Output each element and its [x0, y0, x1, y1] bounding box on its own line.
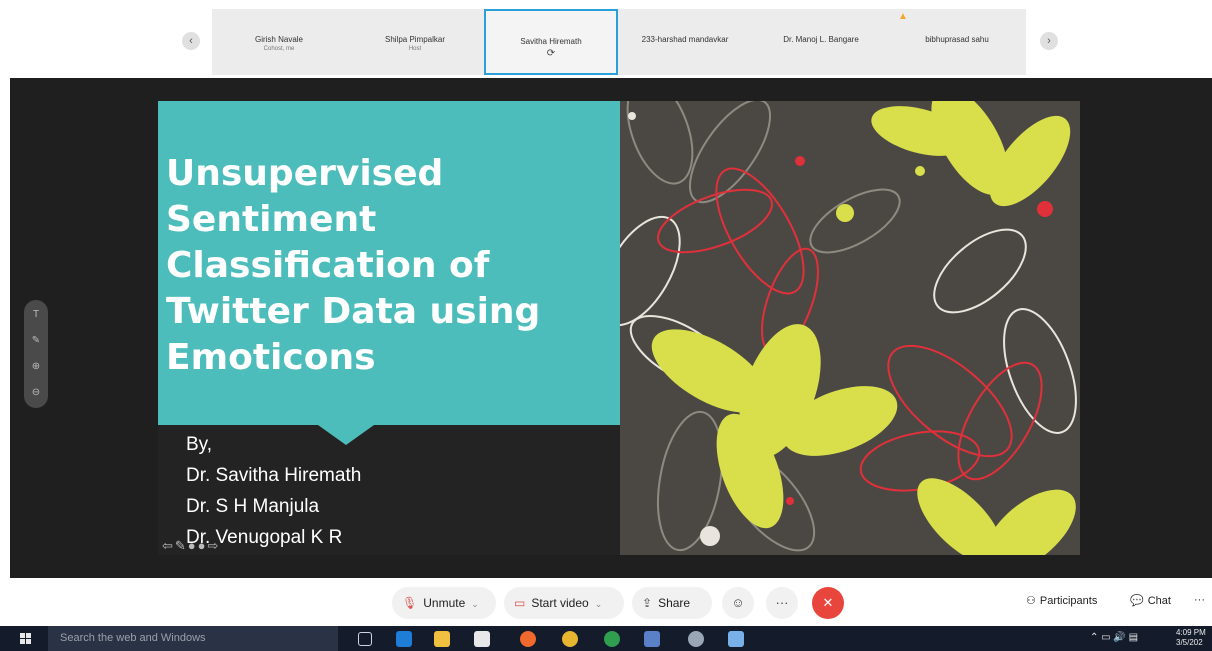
- app-icon[interactable]: [604, 631, 620, 647]
- slide-title: Unsupervised Sentiment Classification of…: [166, 153, 541, 378]
- authors-intro: By,: [186, 434, 213, 455]
- unmute-label: Unmute: [423, 596, 466, 610]
- slide-authors: By, Dr. Savitha Hiremath Dr. S H Manjula…: [186, 429, 361, 553]
- app-icon[interactable]: [728, 631, 744, 647]
- share-label: Share: [658, 596, 691, 610]
- slide-title-box: Unsupervised Sentiment Classification of…: [158, 101, 620, 425]
- text-tool-icon[interactable]: T: [24, 304, 48, 326]
- chat-label: Chat: [1147, 595, 1171, 607]
- chat-button[interactable]: 💬 Chat: [1130, 594, 1171, 607]
- person-icon: ⚇: [1026, 595, 1036, 607]
- start-video-label: Start video: [531, 596, 589, 610]
- system-tray-icons[interactable]: ⌃ ▭ 🔊 ▤: [1090, 632, 1138, 643]
- firefox-icon[interactable]: [520, 631, 536, 647]
- author-name: Dr. Savitha Hiremath: [186, 465, 362, 486]
- reactions-button[interactable]: ☺: [722, 587, 754, 619]
- slide-annotation-controls[interactable]: ⇦✎●●⇨: [162, 538, 220, 554]
- edge-browser-icon[interactable]: [396, 631, 412, 647]
- chrome-icon[interactable]: [562, 631, 578, 647]
- participant-tile[interactable]: 233-harshad mandavkar: [620, 9, 750, 75]
- participant-name: Shilpa Pimpalkar: [384, 35, 446, 44]
- chat-icon: 💬: [1130, 595, 1144, 607]
- participant-tile[interactable]: Girish Navale Cohost, me: [214, 9, 344, 75]
- speaking-icon: ⟳: [546, 48, 556, 59]
- pen-tool-icon[interactable]: ✎: [24, 330, 48, 352]
- zoom-in-icon[interactable]: ⊕: [24, 356, 48, 378]
- participant-tile[interactable]: ▲ bibhuprasad sahu: [892, 9, 1022, 75]
- annotation-toolbar: T ✎ ⊕ ⊖: [24, 300, 48, 408]
- windows-taskbar: Search the web and Windows ⌃ ▭ 🔊 ▤ 4:09 …: [0, 626, 1212, 651]
- author-name: Dr. S H Manjula: [186, 496, 320, 517]
- webex-icon[interactable]: [644, 631, 660, 647]
- meeting-controls: 🎙 Unmute ⌄ ▭ Start video ⌄ ⇪ Share ☺ ··· ✕ ⚇ P…: [0, 580, 1212, 626]
- chevron-down-icon[interactable]: ⌄: [471, 599, 479, 609]
- clock-date: 3/5/202: [1176, 638, 1203, 647]
- participant-tile[interactable]: Shilpa Pimpalkar Host: [350, 9, 480, 75]
- participant-name: Dr. Manoj L. Bangare: [783, 35, 859, 44]
- file-explorer-icon[interactable]: [434, 631, 450, 647]
- close-icon: ✕: [822, 595, 834, 610]
- end-meeting-button[interactable]: ✕: [812, 587, 844, 619]
- more-options-button[interactable]: ···: [766, 587, 798, 619]
- overflow-menu-button[interactable]: ···: [1194, 594, 1205, 606]
- next-participants-button[interactable]: ›: [1040, 32, 1058, 50]
- presentation-slide: Unsupervised Sentiment Classification of…: [158, 101, 1080, 555]
- unmute-button[interactable]: 🎙 Unmute ⌄: [392, 587, 496, 619]
- taskbar-search-box[interactable]: Search the web and Windows: [48, 626, 338, 651]
- zoom-out-icon[interactable]: ⊖: [24, 382, 48, 404]
- share-button[interactable]: ⇪ Share: [632, 587, 712, 619]
- participant-tile-active[interactable]: Savitha Hiremath ⟳: [484, 9, 618, 75]
- taskbar-clock[interactable]: 4:09 PM 3/5/202: [1176, 628, 1212, 648]
- task-view-icon[interactable]: [358, 632, 372, 646]
- floral-pattern-image: [599, 101, 1077, 555]
- participant-role: Cohost, me: [263, 46, 295, 52]
- chevron-down-icon[interactable]: ⌄: [595, 599, 603, 609]
- participant-name: bibhuprasad sahu: [925, 35, 989, 44]
- participants-label: Participants: [1039, 595, 1098, 607]
- clock-time: 4:09 PM: [1176, 628, 1206, 637]
- prev-participants-button[interactable]: ‹: [182, 32, 200, 50]
- microphone-muted-icon: 🎙: [402, 596, 418, 610]
- participant-role: Host: [408, 46, 422, 52]
- start-video-button[interactable]: ▭ Start video ⌄: [504, 587, 624, 619]
- participant-name: Savitha Hiremath: [520, 37, 582, 46]
- participant-name: Girish Navale: [254, 35, 303, 44]
- store-icon[interactable]: [474, 631, 490, 647]
- participant-tile[interactable]: Dr. Manoj L. Bangare: [756, 9, 886, 75]
- warning-icon: ▲: [898, 11, 908, 22]
- participants-button[interactable]: ⚇ Participants: [1026, 594, 1097, 607]
- smiley-icon: ☺: [731, 595, 745, 610]
- windows-start-icon[interactable]: [20, 633, 32, 645]
- share-icon: ⇪: [642, 596, 653, 610]
- app-icon[interactable]: [688, 631, 704, 647]
- participant-name: 233-harshad mandavkar: [641, 35, 729, 44]
- floral-artwork: [599, 101, 1080, 555]
- video-off-icon: ▭: [514, 596, 526, 610]
- participant-bar: ‹ Girish Navale Cohost, me Shilpa Pimpal…: [0, 0, 1212, 78]
